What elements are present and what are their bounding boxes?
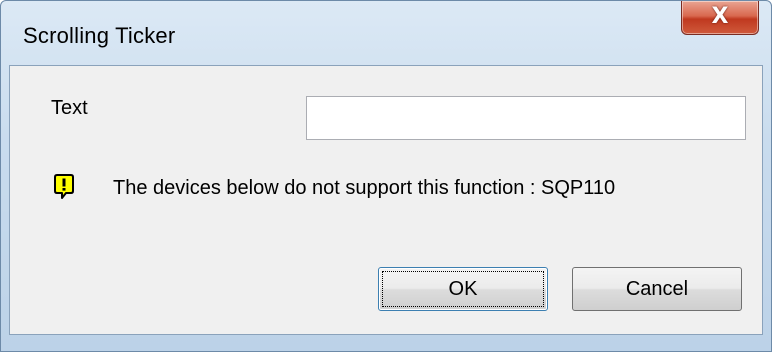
dialog-title: Scrolling Ticker [23,23,176,48]
cancel-button[interactable]: Cancel [572,267,742,311]
text-input[interactable] [306,96,746,140]
close-icon: X [711,4,729,29]
ok-button-label: OK [448,278,478,300]
title-bar[interactable]: Scrolling Ticker X [1,1,771,63]
cancel-button-label: Cancel [625,278,689,300]
ok-button[interactable]: OK [378,267,548,311]
exclamation-warning-icon [54,174,74,200]
close-button[interactable]: X [681,1,759,35]
warning-message: The devices below do not support this fu… [113,177,616,199]
dialog-body: Text The devices below do not support th… [9,65,763,335]
dialog-window: Scrolling Ticker X Text The devices belo… [0,0,772,352]
text-field-label: Text [51,97,88,119]
